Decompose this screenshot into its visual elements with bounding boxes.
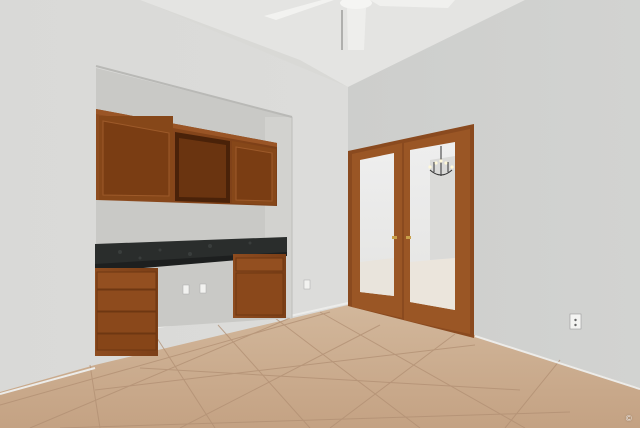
photo-scene: © <box>0 0 640 428</box>
lower-cabinet-right <box>233 254 286 318</box>
outlet-niche-1 <box>182 284 190 295</box>
watermark-text: © <box>625 414 632 423</box>
french-doors <box>348 124 474 338</box>
outlet-left-wall <box>303 279 311 290</box>
outlet-right-wall <box>569 313 582 330</box>
lower-cabinet-left <box>95 268 158 356</box>
outlet-niche-2 <box>199 283 207 294</box>
